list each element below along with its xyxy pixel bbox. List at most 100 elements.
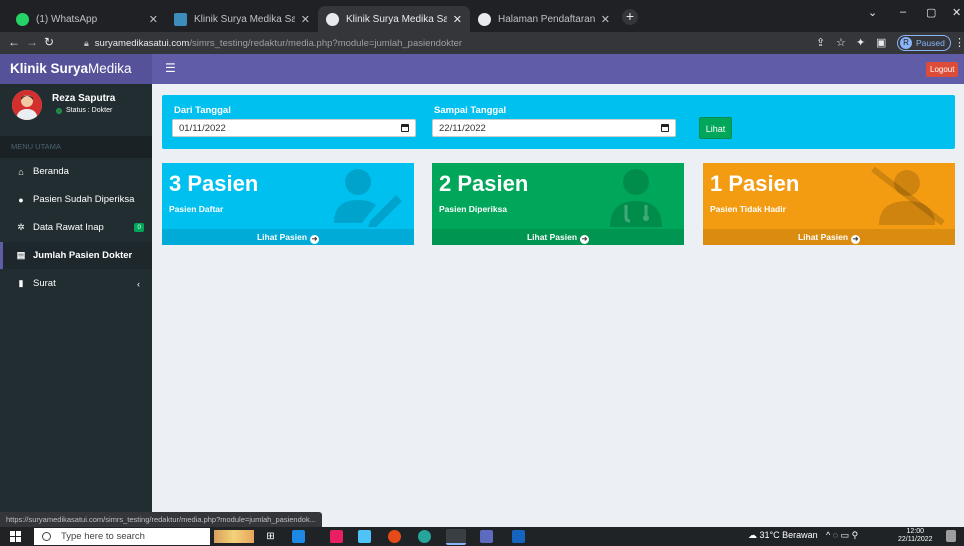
stat-label: Pasien Daftar	[169, 204, 224, 214]
calendar-icon: ▤	[16, 250, 26, 260]
stat-box-pasien-diperiksa: 2 Pasien Pasien Diperiksa Lihat Pasien ➜	[432, 163, 684, 245]
chrome-icon[interactable]	[446, 529, 466, 545]
from-date-label: Dari Tanggal	[174, 105, 231, 116]
file-icon: ▮	[18, 278, 24, 288]
stat-label: Pasien Diperiksa	[439, 204, 508, 214]
maximize-button[interactable]: ▢	[926, 6, 936, 19]
minimize-button[interactable]: –	[900, 6, 906, 18]
tab-pendaftaran[interactable]: Halaman Pendaftaran Pasien ✕	[470, 6, 618, 32]
whatsapp-icon	[16, 12, 29, 26]
sidebar-item-surat[interactable]: ▮ Surat ‹	[0, 270, 152, 297]
stat-number: 1 Pasien	[710, 171, 800, 196]
calendar-icon[interactable]	[401, 124, 409, 132]
status-dot-icon	[56, 107, 62, 114]
notification-icon[interactable]	[946, 530, 956, 542]
hamburger-menu-icon[interactable]: ☰	[165, 61, 176, 75]
close-icon[interactable]: ✕	[301, 13, 310, 26]
to-date-input[interactable]: 22/11/2022	[432, 119, 676, 137]
reload-icon[interactable]: ↻	[44, 35, 54, 49]
bookmark-star-icon[interactable]: ☆	[836, 36, 846, 49]
windows-taskbar: Type here to search ⊞ ☁ 31°C Berawan ^ ◌…	[0, 527, 964, 546]
windows-start-icon[interactable]	[10, 531, 21, 542]
arrow-circle-right-icon: ➜	[851, 235, 861, 244]
arrow-circle-right-icon: ➜	[310, 235, 320, 244]
edge-icon[interactable]	[418, 530, 431, 543]
arrow-circle-right-icon: ➜	[580, 235, 590, 244]
word-icon[interactable]	[512, 530, 525, 543]
weather-widget[interactable]: ☁ 31°C Berawan	[748, 530, 818, 541]
menu-header: MENU UTAMA	[0, 136, 152, 158]
extensions-icon[interactable]: ✦	[856, 36, 865, 49]
to-date-label: Sampai Tanggal	[434, 105, 507, 116]
user-edit-icon	[334, 169, 402, 227]
sidebar: Reza Saputra Status : Dokter MENU UTAMA …	[0, 84, 152, 527]
search-icon	[42, 532, 51, 541]
cloud-icon: ☁	[748, 530, 757, 540]
from-date-input[interactable]: 01/11/2022	[172, 119, 416, 137]
avatar	[12, 90, 42, 120]
user-doctor-icon	[610, 169, 662, 227]
news-widget-icon[interactable]	[214, 530, 254, 543]
browser-window: (1) WhatsApp ✕ Klinik Surya Medika Satui…	[0, 0, 964, 546]
lihat-pasien-link[interactable]: Lihat Pasien ➜	[162, 229, 414, 245]
brand-logo[interactable]: Klinik SuryaMedika	[0, 54, 152, 84]
top-navbar: Klinik SuryaMedika ☰ Logout	[0, 54, 964, 84]
new-tab-button[interactable]: +	[622, 9, 638, 25]
tab-klinik-active[interactable]: Klinik Surya Medika Satui ✕	[318, 6, 470, 32]
back-arrow-icon[interactable]: ←	[8, 35, 20, 49]
user-icon: ●	[18, 194, 24, 205]
app-icon[interactable]	[480, 530, 493, 543]
count-badge: 0	[134, 223, 144, 232]
sidebar-item-beranda[interactable]: ⌂ Beranda	[0, 158, 152, 185]
tab-whatsapp[interactable]: (1) WhatsApp ✕	[8, 6, 166, 32]
link-status-bar: https://suryamedikasatui.com/simrs_testi…	[0, 512, 322, 527]
forward-arrow-icon[interactable]: →	[26, 35, 38, 49]
stat-box-pasien-tidak-hadir: 1 Pasien Pasien Tidak Hadir Lihat Pasien…	[703, 163, 955, 245]
user-status: Status : Dokter	[56, 107, 112, 114]
tab-klinik-1[interactable]: Klinik Surya Medika Satui ✕	[166, 6, 318, 32]
user-panel: Reza Saputra Status : Dokter	[0, 84, 152, 136]
side-panel-icon[interactable]: ▣	[876, 36, 886, 49]
app-icon[interactable]	[330, 530, 343, 543]
system-tray-icons[interactable]: ^ ◌ ▭ ⚲	[826, 530, 858, 541]
close-icon[interactable]: ✕	[149, 13, 158, 26]
profile-avatar: R	[900, 37, 912, 49]
taskbar-clock[interactable]: 12:00 22/11/2022	[898, 528, 933, 544]
browser-toolbar: ← → ↻ 🔒︎ suryamedikasatui.com /simrs_tes…	[0, 32, 964, 54]
profile-button[interactable]: R Paused	[897, 35, 951, 51]
stat-number: 2 Pasien	[439, 171, 529, 196]
file-explorer-icon[interactable]	[358, 530, 371, 543]
stat-number: 3 Pasien	[169, 171, 259, 196]
address-bar[interactable]: 🔒︎ suryamedikasatui.com /simrs_testing/r…	[84, 34, 804, 52]
store-icon[interactable]	[292, 530, 305, 543]
stat-label: Pasien Tidak Hadir	[710, 204, 786, 214]
stat-box-pasien-daftar: 3 Pasien Pasien Daftar Lihat Pasien ➜	[162, 163, 414, 245]
tab-search-icon[interactable]: ⌄	[868, 6, 877, 19]
home-icon: ⌂	[18, 166, 24, 177]
date-filter-panel: Dari Tanggal 01/11/2022 Sampai Tanggal 2…	[162, 95, 955, 149]
lock-icon: 🔒︎	[84, 37, 89, 48]
cog-icon: ✲	[17, 222, 25, 232]
user-name: Reza Saputra	[52, 93, 116, 104]
lihat-pasien-link[interactable]: Lihat Pasien ➜	[703, 229, 955, 245]
share-icon[interactable]: ⇪	[816, 36, 825, 49]
app-icon[interactable]	[388, 530, 401, 543]
task-view-icon[interactable]: ⊞	[264, 530, 277, 543]
sidebar-item-data-rawat-inap[interactable]: ✲ Data Rawat Inap 0	[0, 214, 152, 241]
lihat-button[interactable]: Lihat	[699, 117, 732, 139]
lihat-pasien-link[interactable]: Lihat Pasien ➜	[432, 229, 684, 245]
sidebar-item-jumlah-pasien-dokter[interactable]: ▤ Jumlah Pasien Dokter	[0, 242, 152, 269]
close-icon[interactable]: ✕	[453, 13, 462, 26]
logout-button[interactable]: Logout	[926, 62, 959, 77]
taskbar-search-input[interactable]: Type here to search	[34, 528, 210, 545]
site-icon	[174, 12, 187, 26]
close-icon[interactable]: ✕	[601, 13, 610, 26]
sidebar-item-pasien-sudah-diperiksa[interactable]: ● Pasien Sudah Diperiksa	[0, 186, 152, 213]
calendar-icon[interactable]	[661, 124, 669, 132]
chevron-left-icon[interactable]: ‹	[137, 279, 140, 289]
globe-icon	[326, 12, 339, 26]
browser-menu-icon[interactable]: ⋮	[954, 36, 964, 49]
tab-strip: (1) WhatsApp ✕ Klinik Surya Medika Satui…	[0, 0, 964, 32]
close-window-button[interactable]: ✕	[952, 6, 961, 19]
user-slash-icon	[871, 166, 945, 226]
